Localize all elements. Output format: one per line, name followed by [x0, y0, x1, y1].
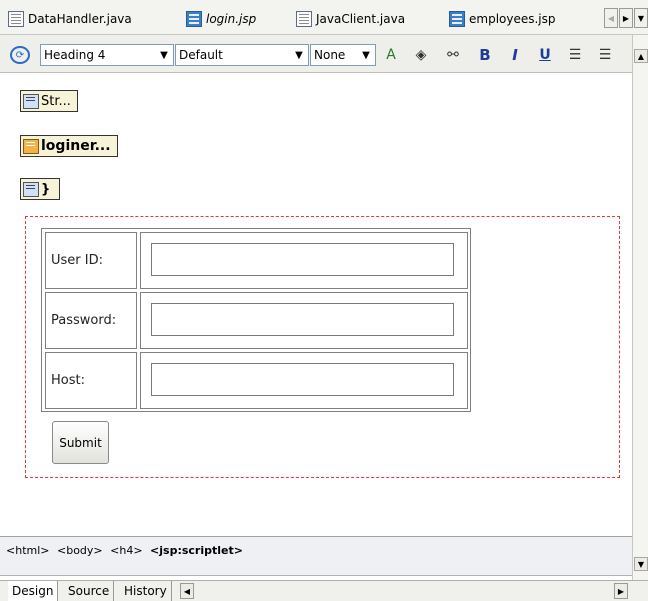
- tab-source[interactable]: Source: [64, 581, 115, 601]
- chevron-down-icon: ▼: [160, 49, 168, 61]
- breadcrumb-html[interactable]: <html>: [6, 544, 50, 557]
- scriptlet-label: Str...: [41, 93, 71, 109]
- bold-button[interactable]: B: [476, 46, 494, 64]
- vertical-scrollbar[interactable]: ▲ ▼: [632, 35, 648, 586]
- size-select[interactable]: None ▼: [310, 44, 376, 66]
- table-row-field: [140, 232, 468, 289]
- submit-button[interactable]: Submit: [52, 421, 109, 464]
- block-format-value: Heading 4: [44, 48, 106, 62]
- tab-scroll-right-icon[interactable]: ▶: [619, 8, 633, 28]
- java-file-icon: [296, 11, 312, 27]
- tab-history[interactable]: History: [120, 581, 172, 601]
- tab-label: login.jsp: [206, 12, 257, 26]
- format-toolbar: ⟳ Heading 4 ▼ Default ▼ None ▼ A ◈ ⚯ B I…: [0, 35, 632, 73]
- tab-label: JavaClient.java: [316, 12, 406, 26]
- bulleted-list-icon[interactable]: ☰: [596, 46, 614, 64]
- chevron-down-icon: ▼: [295, 49, 303, 61]
- numbered-list-icon[interactable]: ☰: [566, 46, 584, 64]
- tab-employees-jsp[interactable]: employees.jsp: [449, 8, 556, 30]
- table-row-field: [140, 352, 468, 409]
- tab-datahandler-java[interactable]: DataHandler.java: [8, 8, 132, 30]
- scroll-down-icon[interactable]: ▼: [634, 557, 648, 571]
- scriptlet-close-label: }: [41, 181, 51, 197]
- tab-scroll-left-icon[interactable]: ◀: [604, 8, 618, 28]
- scroll-up-icon[interactable]: ▲: [634, 49, 648, 63]
- user-id-label: User ID:: [51, 253, 103, 268]
- table-row-label: Host:: [45, 352, 137, 409]
- tab-login-jsp[interactable]: login.jsp: [186, 8, 256, 30]
- italic-button[interactable]: I: [506, 46, 524, 64]
- scriptlet-tag-start[interactable]: Str...: [20, 90, 78, 112]
- tab-javaclient-java[interactable]: JavaClient.java: [296, 8, 405, 30]
- tab-scroll-controls: ◀ ▶ ▼: [604, 8, 648, 28]
- text-color-icon[interactable]: A: [382, 46, 400, 64]
- breadcrumb-body[interactable]: <body>: [57, 544, 103, 557]
- table-row-field: [140, 292, 468, 349]
- form-region[interactable]: User ID: Password: Host: Submit: [25, 216, 620, 478]
- font-select[interactable]: Default ▼: [175, 44, 309, 66]
- table-row-label: Password:: [45, 292, 137, 349]
- link-icon[interactable]: ⚯: [444, 46, 462, 64]
- breadcrumb-h4[interactable]: <h4>: [110, 544, 142, 557]
- scroll-right-icon[interactable]: ▶: [614, 583, 628, 599]
- password-input[interactable]: [151, 303, 454, 336]
- refresh-icon[interactable]: ⟳: [10, 46, 30, 64]
- login-table: User ID: Password: Host:: [41, 228, 471, 412]
- java-file-icon: [8, 11, 24, 27]
- editor-view-tabs: Design Source History ◀ ▶: [0, 580, 648, 601]
- tab-label: DataHandler.java: [28, 12, 132, 26]
- scroll-left-icon[interactable]: ◀: [180, 583, 194, 599]
- design-canvas[interactable]: Str... loginer... } User ID: Password: H…: [0, 74, 632, 536]
- user-id-input[interactable]: [151, 243, 454, 276]
- scriptlet-tag-end[interactable]: }: [20, 178, 60, 200]
- block-format-select[interactable]: Heading 4 ▼: [40, 44, 174, 66]
- host-label: Host:: [51, 373, 85, 388]
- tag-breadcrumb: <html> <body> <h4> <jsp:scriptlet>: [0, 536, 632, 576]
- tab-list-dropdown-icon[interactable]: ▼: [634, 8, 648, 28]
- underline-button[interactable]: U: [536, 46, 554, 64]
- scriptlet-icon: [23, 181, 39, 197]
- scriptlet-icon: [23, 93, 39, 109]
- usebean-icon: [23, 138, 39, 154]
- size-value: None: [314, 48, 346, 62]
- highlight-color-icon[interactable]: ◈: [412, 46, 430, 64]
- font-value: Default: [179, 48, 223, 62]
- usebean-label: loginer...: [41, 138, 111, 154]
- tab-label: employees.jsp: [469, 12, 556, 26]
- breadcrumb-current[interactable]: <jsp:scriptlet>: [150, 544, 243, 557]
- editor-tab-bar: DataHandler.java login.jsp JavaClient.ja…: [0, 0, 648, 35]
- jsp-file-icon: [449, 11, 465, 27]
- jsp-file-icon: [186, 11, 202, 27]
- tab-design[interactable]: Design: [8, 581, 59, 601]
- usebean-tag[interactable]: loginer...: [20, 135, 118, 157]
- password-label: Password:: [51, 313, 117, 328]
- table-row-label: User ID:: [45, 232, 137, 289]
- host-input[interactable]: [151, 363, 454, 396]
- chevron-down-icon: ▼: [362, 49, 370, 61]
